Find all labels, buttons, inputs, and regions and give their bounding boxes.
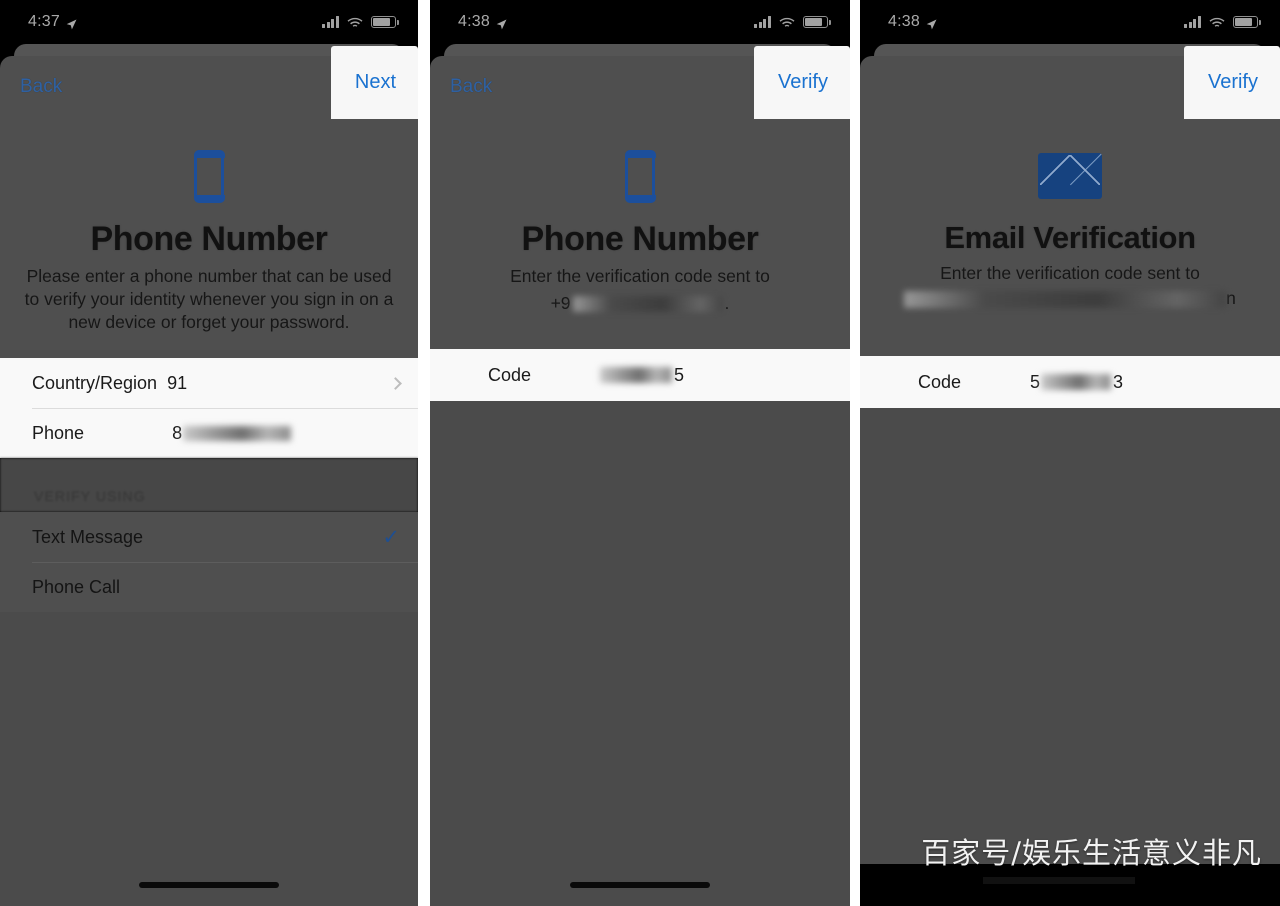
back-button[interactable]: Back — [20, 76, 62, 98]
envelope-icon — [878, 144, 1262, 208]
destination-prefix: +9 — [550, 293, 571, 314]
wifi-icon — [347, 16, 363, 28]
status-bar-time: 4:37 — [28, 13, 60, 30]
verify-button[interactable]: Verify — [1183, 46, 1280, 119]
page-subtitle: Please enter a phone number that can be … — [24, 266, 394, 333]
chevron-right-icon — [389, 376, 402, 390]
destination-suffix: . — [724, 293, 730, 314]
navigation-bar: Back Verify — [430, 46, 850, 119]
verify-button-label: Verify — [1207, 71, 1258, 93]
option-label: Text Message — [32, 526, 144, 547]
redacted-email-address — [904, 290, 1227, 308]
phone-icon — [448, 144, 832, 208]
status-bar-right — [754, 16, 831, 28]
status-bar: 4:37 — [0, 0, 418, 44]
redacted-code — [1041, 374, 1112, 391]
empty-area — [430, 401, 850, 864]
home-indicator-area — [430, 864, 850, 906]
empty-area — [860, 408, 1280, 864]
form-list: Country/Region 91 Phone 8 — [0, 358, 418, 459]
panel-divider — [418, 0, 430, 906]
status-bar-left: 4:38 — [458, 13, 507, 31]
battery-icon — [803, 16, 831, 28]
status-bar-time: 4:38 — [888, 13, 920, 30]
panel-phone-number-entry: 4:37 Back Next Phone Number Please enter… — [0, 0, 418, 906]
cellular-signal-icon — [1184, 16, 1201, 28]
row-code[interactable]: Code 5 — [430, 349, 850, 401]
screenshot-stage: 4:37 Back Next Phone Number Please enter… — [0, 0, 1280, 906]
status-bar: 4:38 — [860, 0, 1280, 44]
panel-body: Verify Email Verification Enter the veri… — [860, 44, 1280, 906]
panel-body: Back Next Phone Number Please enter a ph… — [0, 44, 418, 906]
panel-email-code-verification: 4:38 Verify Email Verification Enter the… — [860, 0, 1280, 906]
home-indicator-area — [0, 864, 418, 906]
panel-body: Back Verify Phone Number Enter the verif… — [430, 44, 850, 906]
page-subtitle: Enter the verification code sent to — [510, 266, 770, 286]
row-label: Code — [488, 364, 532, 385]
section-header-verify-using: VERIFY USING — [0, 458, 418, 513]
redacted-code — [600, 367, 672, 384]
row-country-region[interactable]: Country/Region 91 — [0, 358, 418, 408]
redacted-destination — [572, 296, 723, 313]
page-title: Phone Number — [521, 220, 759, 258]
redacted-phone-number — [183, 425, 292, 441]
form-list: Code 5 3 — [860, 356, 1280, 409]
status-bar-time: 4:38 — [458, 13, 490, 30]
status-bar-left: 4:37 — [28, 13, 77, 31]
row-value: 91 — [167, 372, 188, 393]
destination-suffix: n — [1226, 288, 1236, 309]
hero-section: Email Verification Enter the verificatio… — [860, 118, 1280, 357]
verify-using-options: Text Message ✓ Phone Call — [0, 512, 418, 613]
empty-area — [0, 612, 418, 864]
next-button[interactable]: Next — [330, 46, 418, 119]
row-code[interactable]: Code 5 3 — [860, 356, 1280, 408]
row-phone[interactable]: Phone 8 — [0, 408, 418, 458]
battery-icon — [1233, 16, 1261, 28]
code-value-suffix: 5 — [674, 364, 685, 385]
row-label: Code — [918, 371, 962, 392]
page-title: Phone Number — [90, 220, 328, 258]
navigation-bar: Back Next — [0, 46, 418, 119]
location-arrow-icon — [926, 17, 937, 29]
status-bar: 4:38 — [430, 0, 850, 44]
masked-destination: n — [885, 287, 1255, 310]
navigation-bar: Verify — [860, 46, 1280, 119]
code-value-prefix: 5 — [1030, 371, 1041, 392]
page-subtitle: Enter the verification code sent to — [940, 263, 1200, 283]
home-indicator[interactable] — [139, 882, 279, 888]
cellular-signal-icon — [322, 16, 339, 28]
cellular-signal-icon — [754, 16, 771, 28]
wifi-icon — [1209, 16, 1225, 28]
status-bar-right — [322, 16, 399, 28]
location-arrow-icon — [66, 17, 77, 29]
panel-divider — [850, 0, 860, 906]
hero-section: Phone Number Please enter a phone number… — [0, 118, 418, 359]
status-bar-left: 4:38 — [888, 13, 937, 31]
option-label: Phone Call — [32, 576, 121, 597]
verify-button-label: Verify — [777, 71, 828, 93]
row-label: Phone — [32, 422, 85, 443]
location-arrow-icon — [496, 17, 507, 29]
page-title: Email Verification — [944, 220, 1196, 255]
masked-destination: +9. — [455, 292, 825, 315]
wifi-icon — [779, 16, 795, 28]
verify-button[interactable]: Verify — [753, 46, 850, 119]
phone-value: 8 — [172, 422, 183, 443]
code-value-suffix: 3 — [1113, 371, 1124, 392]
hero-section: Phone Number Enter the verification code… — [430, 118, 850, 350]
option-text-message[interactable]: Text Message ✓ — [0, 512, 418, 562]
checkmark-icon: ✓ — [382, 525, 400, 549]
back-button[interactable]: Back — [450, 76, 492, 98]
next-button-label: Next — [354, 71, 396, 93]
row-label: Country/Region — [32, 372, 158, 393]
home-indicator[interactable] — [570, 882, 710, 888]
panel-phone-code-verification: 4:38 Back Verify Phone Number Enter the … — [430, 0, 850, 906]
status-bar-right — [1184, 16, 1261, 28]
battery-icon — [371, 16, 399, 28]
form-list: Code 5 — [430, 349, 850, 402]
phone-icon — [18, 144, 400, 208]
option-phone-call[interactable]: Phone Call — [0, 562, 418, 612]
